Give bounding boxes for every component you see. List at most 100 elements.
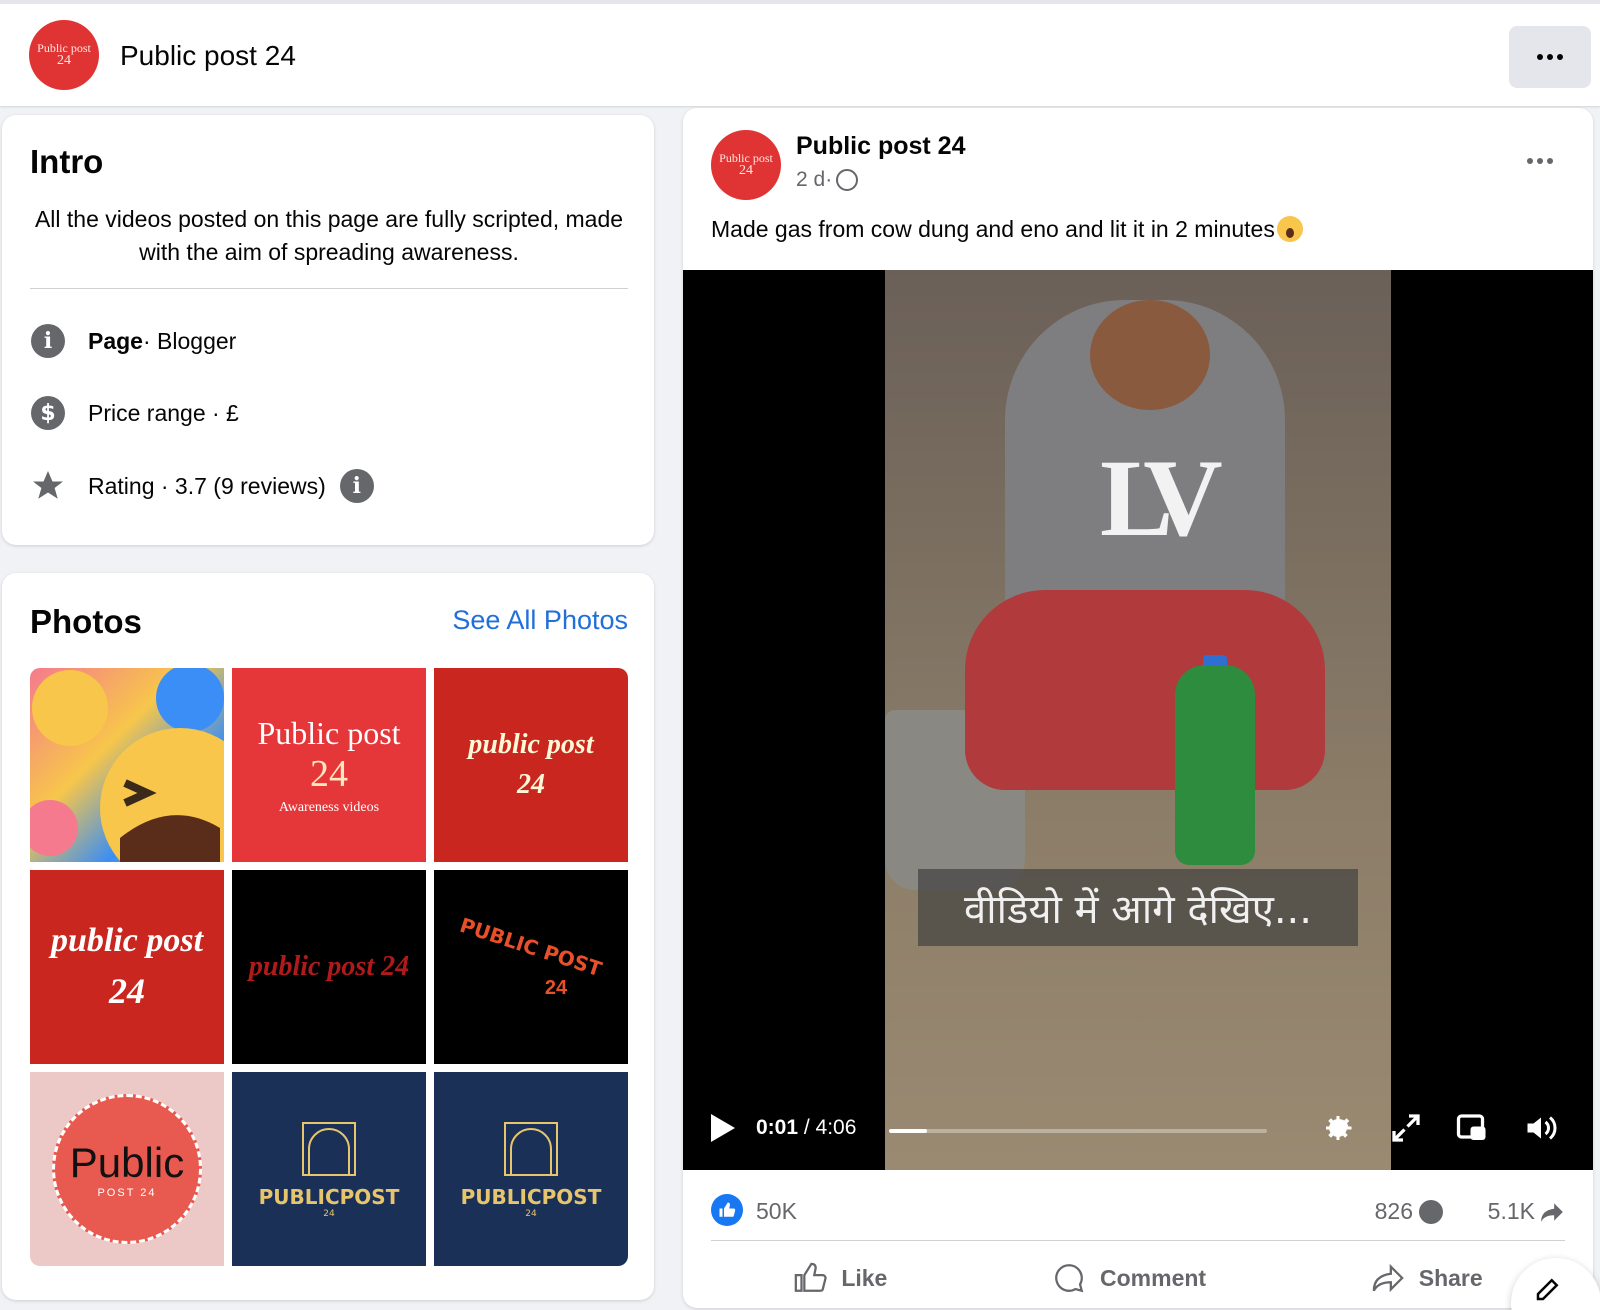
logo-line2: 24 [310,752,348,795]
pants-shape [965,590,1325,790]
video-subtitle: वीडियो में आगे देखिए... [964,887,1312,933]
logo-line2: 24 [109,971,145,1011]
photo-tile[interactable]: public post 24 [232,870,426,1064]
rating-row: Rating · 3.7 (9 reviews) i [30,468,374,504]
photo-tile[interactable]: PUBLICPOST 24 [434,1072,628,1266]
logo-line1: public post 24 [248,951,410,982]
fullscreen-icon[interactable] [1388,1110,1424,1146]
intro-divider [30,288,628,289]
share-icon [1372,1263,1404,1293]
like-reaction-icon[interactable] [711,1194,743,1226]
post-timestamp[interactable]: 2 d· [796,168,859,192]
logo-line2: 24 [544,976,568,999]
post-time-text: 2 d· [796,168,833,191]
star-icon [33,471,63,499]
share-button[interactable]: Share [1371,1261,1483,1295]
like-button[interactable]: Like [793,1261,887,1295]
post-card: Public post 24 Public post 24 2 d· Made … [683,108,1593,1308]
post-caption: Made gas from cow dung and eno and lit i… [711,216,1303,243]
intro-card: Intro All the videos posted on this page… [2,115,654,545]
share-count-link[interactable]: 5.1K [1488,1198,1565,1225]
price-range-text: Price range · £ [88,399,239,426]
volume-icon[interactable] [1523,1110,1559,1146]
comment-label: Comment [1100,1264,1207,1291]
post-author-avatar[interactable]: Public post 24 [711,130,781,200]
post-menu-button[interactable] [1527,158,1553,164]
logo-line2: 24 [517,769,545,800]
photo-tile[interactable]: public post 24 [30,870,224,1064]
logo-line2: 24 [323,1209,335,1219]
hoodie-logo: LV [1100,437,1223,559]
share-label: Share [1418,1264,1483,1291]
stats-divider [711,1240,1565,1241]
photo-tile[interactable]: Public post 24 Awareness videos [232,668,426,862]
price-range-row: $ Price range · £ [30,395,239,431]
photos-heading: Photos [30,603,142,640]
picture-in-picture-icon[interactable] [1454,1110,1490,1146]
page-avatar[interactable]: Public post 24 [29,20,99,90]
page-category-row: i Page · Blogger [30,323,236,359]
page-label: Page [88,327,143,354]
edit-icon [1536,1278,1559,1301]
page-header: Public post 24 Public post 24 [0,0,1600,106]
rating-text: Rating · 3.7 (9 reviews) [88,472,326,499]
logo-line3: Awareness videos [278,799,380,815]
avatar-number: 24 [57,53,71,68]
arch-logo-icon [504,1122,558,1176]
public-badge: Public POST 24 [52,1094,202,1244]
comment-count-link[interactable]: 826 [1375,1198,1443,1225]
more-dots-icon [1537,54,1563,60]
post-actions: Like Comment Share [711,1248,1565,1308]
settings-gear-icon[interactable] [1320,1110,1356,1146]
post-author-name[interactable]: Public post 24 [796,132,965,161]
see-all-photos-link[interactable]: See All Photos [452,605,628,636]
photo-tile[interactable]: PUBLIC POST 24 [434,870,628,1064]
comment-button[interactable]: Comment [1052,1261,1206,1295]
photo-tile[interactable]: PUBLICPOST 24 [232,1072,426,1266]
logo-line2: POST 24 [97,1187,157,1199]
logo-line1: PUBLICPOST [460,1185,602,1209]
video-subtitle-box: वीडियो में आगे देखिए... [918,869,1358,946]
logo-line1: Public post [257,714,401,751]
photo-tile[interactable] [30,668,224,862]
video-progress-fill [889,1129,927,1133]
dollar-icon: $ [31,396,65,430]
photo-tile[interactable]: public post 24 [434,668,628,862]
logo-line1: Public [69,1139,185,1186]
globe-icon [836,169,859,191]
share-arrow-icon [1541,1202,1563,1222]
video-player[interactable]: LV वीडियो में आगे देखिए... 0:01 / 4:06 [683,270,1593,1170]
logo-line1: PUBLICPOST [258,1185,400,1209]
photo-tile[interactable]: Public POST 24 [30,1072,224,1266]
comment-count: 826 [1374,1198,1413,1224]
arch-logo-icon [302,1122,356,1176]
share-count: 5.1K [1487,1198,1535,1224]
face-shape [1090,300,1210,410]
logo-line1: PUBLIC POST [457,912,605,981]
current-time: 0:01 [756,1116,799,1139]
reaction-count[interactable]: 50K [756,1198,797,1225]
video-progress-bar[interactable] [889,1129,1267,1133]
more-dots-icon [1527,158,1553,164]
play-icon[interactable] [711,1114,735,1142]
post-caption-text: Made gas from cow dung and eno and lit i… [711,216,1275,242]
photos-grid: Public post 24 Awareness videos public p… [30,668,628,1266]
more-options-button[interactable] [1509,26,1591,88]
info-icon: i [31,324,65,358]
thumbs-up-icon [795,1262,828,1292]
logo-line2: 24 [525,1209,537,1219]
duration: / 4:06 [798,1116,857,1139]
bottle-shape [1175,665,1255,865]
page-title[interactable]: Public post 24 [120,40,296,72]
video-controls: 0:01 / 4:06 [683,1108,1593,1148]
page-category: · Blogger [142,327,237,354]
video-frame: LV वीडियो में आगे देखिए... [885,270,1391,1170]
intro-bio: All the videos posted on this page are f… [34,206,624,265]
comment-icon [1055,1264,1084,1293]
avatar-number: 24 [739,163,753,178]
post-stats: 50K 826 5.1K [711,1188,1565,1232]
intro-heading: Intro [30,143,104,180]
rating-info-icon[interactable]: i [339,469,374,503]
photos-card: Photos See All Photos Public post 24 Awa… [2,573,654,1300]
shocked-emoji-icon [1276,216,1303,242]
